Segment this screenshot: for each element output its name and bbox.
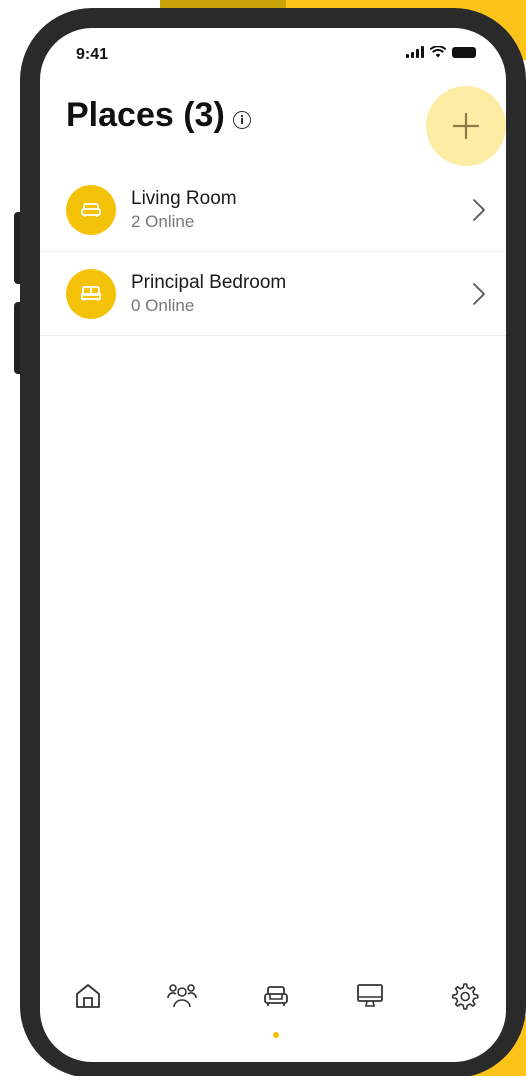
page-title: Places (3)	[66, 96, 225, 134]
place-name: Living Room	[131, 187, 237, 209]
tab-people[interactable]	[162, 976, 202, 1016]
monitor-icon	[357, 984, 383, 1007]
chevron-right-icon	[473, 282, 485, 305]
place-status: 2 Online	[131, 211, 195, 231]
chevron-right-icon	[473, 198, 485, 221]
wifi-icon	[430, 46, 446, 58]
gear-icon	[452, 983, 479, 1010]
tab-bar	[40, 942, 506, 1062]
place-text: Living Room 2 Online	[131, 187, 237, 233]
status-time: 9:41	[76, 46, 109, 63]
bed-icon	[66, 268, 116, 319]
place-status: 0 Online	[131, 295, 195, 315]
battery-icon	[452, 47, 476, 58]
tab-settings[interactable]	[444, 976, 484, 1016]
places-list: Living Room 2 Online Principal Bedroom 0…	[40, 168, 506, 336]
place-name: Principal Bedroom	[131, 271, 287, 293]
sofa-icon	[264, 986, 288, 1006]
home-icon	[76, 984, 100, 1008]
place-text: Principal Bedroom 0 Online	[131, 271, 286, 317]
people-icon	[167, 984, 197, 1008]
plus-icon	[452, 112, 480, 140]
status-icons	[406, 46, 476, 58]
tab-places[interactable]	[256, 976, 296, 1016]
tab-devices[interactable]	[350, 976, 390, 1016]
active-tab-indicator	[273, 1032, 279, 1038]
title-row: Places (3)	[66, 96, 251, 135]
status-bar: 9:41	[40, 28, 506, 88]
phone-screen: 9:41 Places (3) Living Room 2 Online Pri…	[40, 28, 506, 1062]
info-icon[interactable]	[232, 110, 251, 129]
signal-icon	[406, 46, 424, 58]
add-place-button[interactable]	[426, 86, 506, 166]
place-item-living-room[interactable]: Living Room 2 Online	[40, 168, 506, 252]
sofa-icon	[66, 184, 116, 235]
tab-home[interactable]	[68, 976, 108, 1016]
place-item-principal-bedroom[interactable]: Principal Bedroom 0 Online	[40, 252, 506, 336]
